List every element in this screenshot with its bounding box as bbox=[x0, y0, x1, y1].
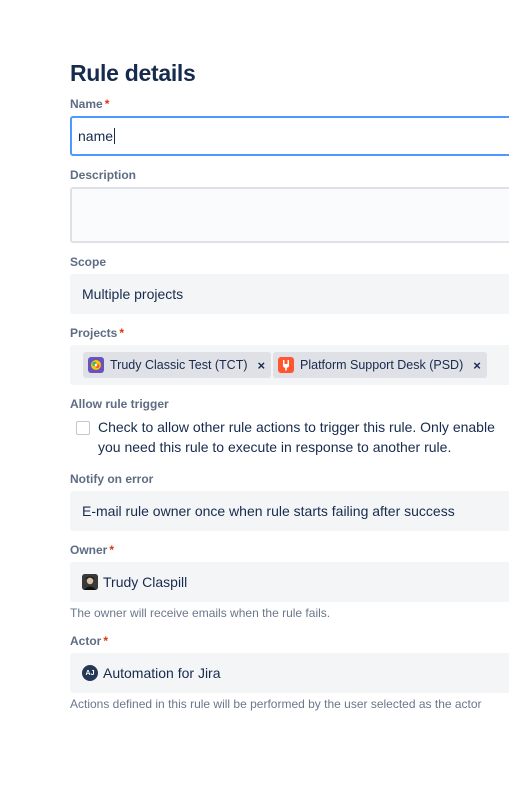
project-tag-psd: Platform Support Desk (PSD) × bbox=[273, 352, 487, 378]
allow-trigger-description: Check to allow other rule actions to tri… bbox=[98, 417, 509, 457]
scope-select-value: Multiple projects bbox=[82, 286, 184, 302]
owner-help-text: The owner will receive emails when the r… bbox=[70, 606, 331, 620]
scope-label: Scope bbox=[70, 255, 107, 269]
notify-select[interactable]: E-mail rule owner once when rule starts … bbox=[70, 491, 509, 531]
allow-trigger-line2: you need this rule to execute in respons… bbox=[98, 439, 452, 455]
remove-tag-icon[interactable]: × bbox=[473, 358, 481, 373]
project-tag-label: Trudy Classic Test (TCT) bbox=[110, 358, 248, 372]
name-label: Name * bbox=[70, 97, 110, 111]
notify-select-value: E-mail rule owner once when rule starts … bbox=[82, 503, 455, 519]
name-input[interactable]: name bbox=[70, 116, 509, 156]
required-marker: * bbox=[104, 97, 110, 111]
description-textarea[interactable] bbox=[70, 187, 509, 243]
allow-trigger-line1: Check to allow other rule actions to tri… bbox=[98, 419, 495, 435]
name-input-value: name bbox=[78, 128, 114, 144]
page-title: Rule details bbox=[70, 60, 196, 86]
owner-select-value: Trudy Claspill bbox=[103, 574, 188, 590]
required-marker: * bbox=[103, 634, 109, 648]
actor-select[interactable]: AJ Automation for Jira bbox=[70, 653, 509, 693]
required-marker: * bbox=[109, 543, 115, 557]
user-avatar-icon bbox=[82, 574, 98, 590]
project-tag-tct: Trudy Classic Test (TCT) × bbox=[83, 352, 272, 378]
projects-label: Projects * bbox=[70, 326, 125, 340]
allow-trigger-label: Allow rule trigger bbox=[70, 397, 169, 411]
notify-label: Notify on error bbox=[70, 472, 154, 486]
project-tag-label: Platform Support Desk (PSD) bbox=[300, 358, 464, 372]
owner-label: Owner * bbox=[70, 543, 115, 557]
actor-label: Actor * bbox=[70, 634, 109, 648]
description-label: Description bbox=[70, 168, 137, 182]
remove-tag-icon[interactable]: × bbox=[258, 358, 266, 373]
actor-help-text: Actions defined in this rule will be per… bbox=[70, 697, 482, 711]
project-psd-icon bbox=[278, 357, 294, 373]
actor-select-value: Automation for Jira bbox=[103, 665, 221, 681]
automation-avatar-icon: AJ bbox=[82, 665, 98, 681]
scope-select[interactable]: Multiple projects bbox=[70, 274, 509, 314]
required-marker: * bbox=[119, 326, 125, 340]
allow-trigger-checkbox[interactable] bbox=[76, 421, 90, 435]
owner-select[interactable]: Trudy Claspill bbox=[70, 562, 509, 602]
project-tct-icon bbox=[88, 357, 104, 373]
text-caret bbox=[114, 128, 116, 144]
